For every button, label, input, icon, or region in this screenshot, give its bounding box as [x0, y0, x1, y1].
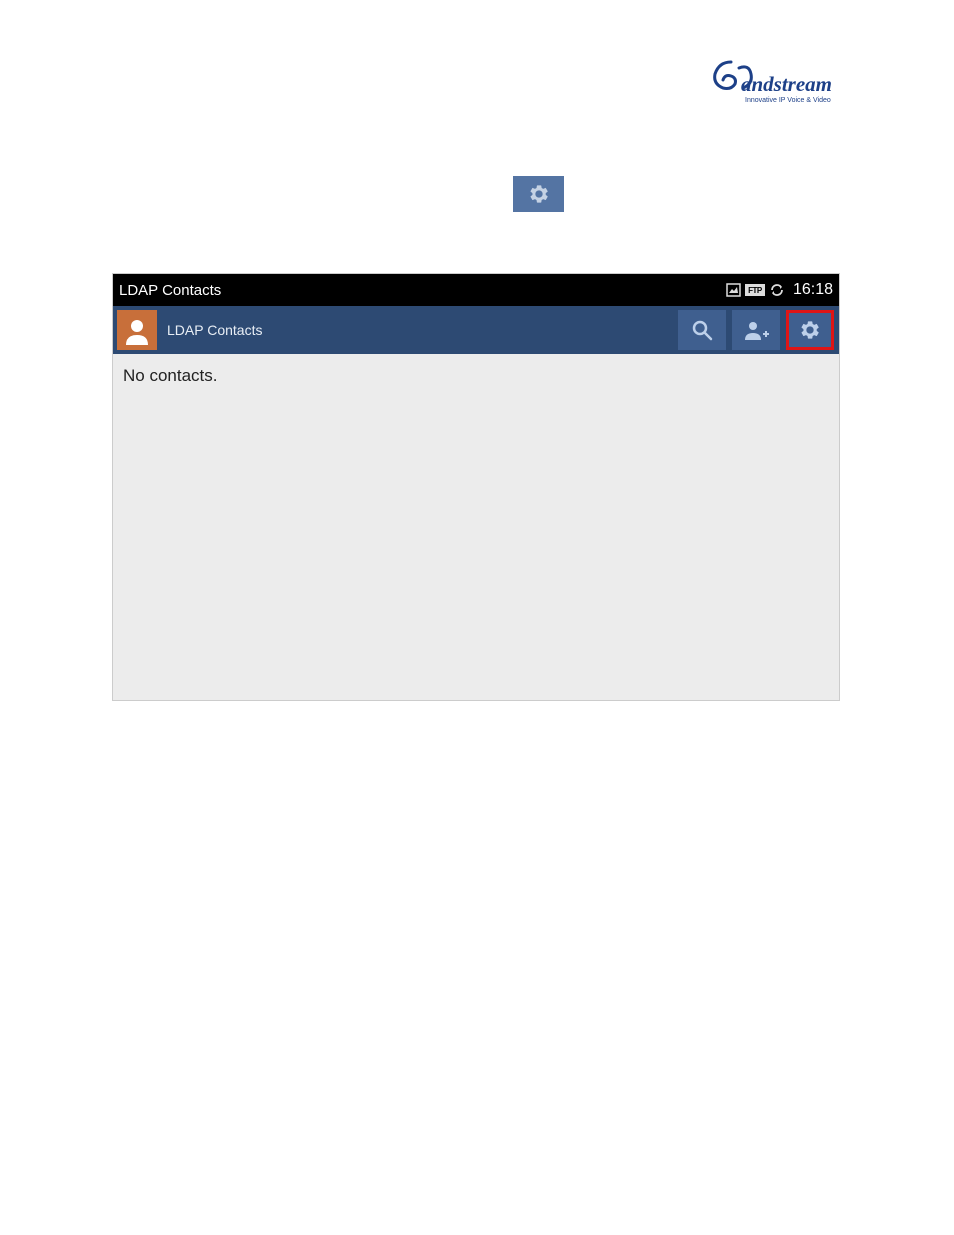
contacts-list-area: No contacts.	[113, 354, 839, 398]
gear-icon	[528, 183, 550, 205]
add-contact-button[interactable]	[732, 310, 780, 350]
brand-logo: andstream Innovative IP Voice & Video	[709, 60, 839, 120]
status-time: 16:18	[793, 281, 833, 299]
add-person-icon	[743, 320, 769, 340]
toolbar-actions	[678, 310, 834, 350]
picture-icon	[726, 283, 741, 297]
brand-name: andstream	[741, 72, 832, 97]
status-icons: FTP 16:18	[726, 281, 833, 299]
toolbar-title: LDAP Contacts	[167, 322, 678, 338]
inline-settings-icon-box	[513, 176, 564, 212]
empty-state-message: No contacts.	[123, 366, 218, 385]
status-bar: LDAP Contacts FTP 16:18	[113, 274, 839, 306]
search-icon	[690, 318, 714, 342]
person-icon	[122, 315, 152, 345]
contacts-app-icon	[117, 310, 157, 350]
brand-tagline: Innovative IP Voice & Video	[745, 97, 831, 104]
settings-button[interactable]	[786, 310, 834, 350]
device-screenshot: LDAP Contacts FTP 16:18 LDAP Contacts	[112, 273, 840, 701]
app-toolbar: LDAP Contacts	[113, 306, 839, 354]
gear-icon	[799, 319, 821, 341]
search-button[interactable]	[678, 310, 726, 350]
sync-icon	[769, 282, 785, 298]
ftp-icon: FTP	[745, 284, 765, 296]
status-bar-title: LDAP Contacts	[119, 282, 726, 299]
